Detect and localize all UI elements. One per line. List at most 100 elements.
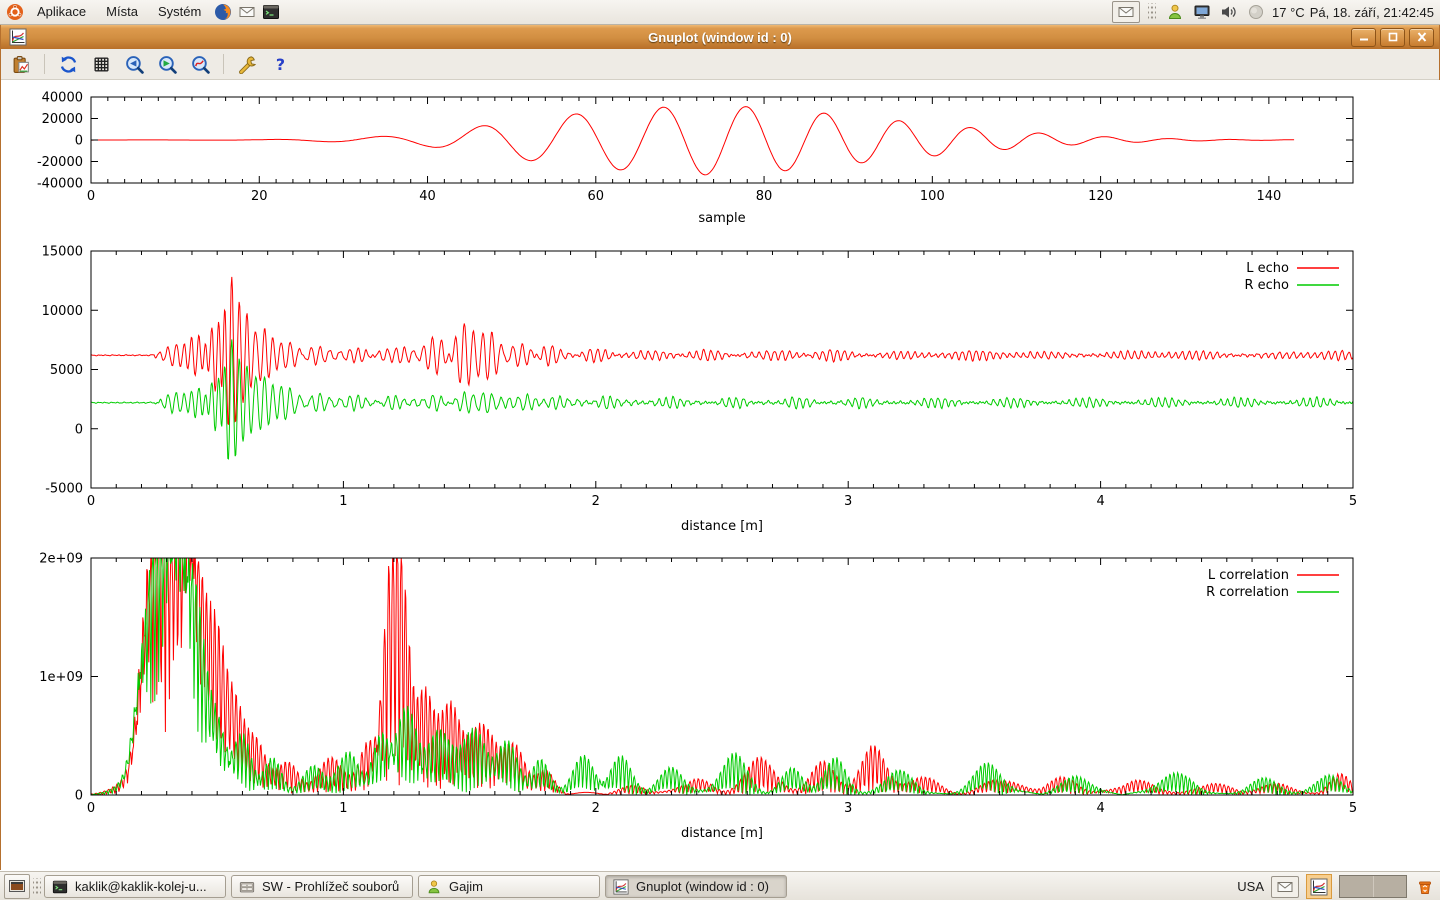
- workspace-2[interactable]: [1374, 876, 1407, 897]
- menu-applications[interactable]: Aplikace: [28, 0, 95, 24]
- unzoom-button[interactable]: [188, 52, 212, 76]
- gnome-bottom-panel: kaklik@kaklik-kolej-u...SW - Prohlížeč s…: [0, 871, 1440, 900]
- y-tick-label: -5000: [45, 482, 83, 497]
- plot-border: [91, 558, 1353, 795]
- mail-launcher-icon[interactable]: [236, 1, 258, 23]
- plot-canvas[interactable]: 020406080100120140-40000-200000200004000…: [1, 80, 1440, 870]
- menu-system[interactable]: Systém: [149, 0, 210, 24]
- replot-icon: [57, 53, 79, 75]
- wrench-icon: [236, 53, 258, 75]
- axis-ticks: [91, 251, 1353, 488]
- y-tick-label: 0: [75, 134, 83, 149]
- chart-3: 01234501e+092e+09distance [m]L correlati…: [39, 552, 1357, 842]
- show-desktop-button[interactable]: [4, 874, 30, 899]
- gnuplot-window: Gnuplot (window id : 0) ? 02040608010012…: [0, 25, 1440, 870]
- taskbar-task-label: Gajim: [449, 879, 483, 894]
- y-tick-label: 15000: [42, 245, 83, 260]
- panel-grip-handle[interactable]: [1148, 3, 1156, 21]
- grid-toggle-button[interactable]: [89, 52, 113, 76]
- x-tick-label: 100: [920, 189, 945, 204]
- plot-border: [91, 97, 1353, 183]
- close-button[interactable]: [1409, 28, 1434, 47]
- gnuplot-toolbar: ?: [1, 49, 1439, 80]
- x-axis-title: sample: [698, 211, 745, 226]
- taskbar-task-label: Gnuplot (window id : 0): [636, 879, 769, 894]
- terminal-icon: [51, 878, 69, 896]
- help-icon: ?: [269, 53, 291, 75]
- mail-notification-icon[interactable]: [1271, 876, 1299, 898]
- x-tick-label: 0: [87, 801, 95, 816]
- zoom-next-button[interactable]: [155, 52, 179, 76]
- taskbar-task[interactable]: SW - Prohlížeč souborů: [231, 875, 413, 898]
- x-tick-label: 140: [1256, 189, 1281, 204]
- minimize-button[interactable]: [1351, 28, 1376, 47]
- mail-tray-icon[interactable]: [1112, 1, 1140, 23]
- terminal-launcher-icon[interactable]: [260, 1, 282, 23]
- zoom-previous-button[interactable]: [122, 52, 146, 76]
- gnuplot-charts: 020406080100120140-40000-200000200004000…: [1, 80, 1440, 870]
- toolbar-separator: [223, 54, 224, 74]
- y-tick-label: 20000: [42, 112, 83, 127]
- gnome-top-panel: Aplikace Místa Systém 17 °C Pá, 18. září…: [0, 0, 1440, 25]
- x-tick-label: 3: [844, 494, 852, 509]
- y-tick-label: 0: [75, 422, 83, 437]
- legend-label: R correlation: [1206, 585, 1289, 600]
- tasklist-grip-handle[interactable]: [33, 878, 41, 896]
- svg-text:?: ?: [275, 55, 284, 74]
- gnuplot-icon: [1308, 876, 1330, 898]
- x-tick-label: 60: [588, 189, 605, 204]
- unzoom-icon: [189, 53, 211, 75]
- options-button[interactable]: [235, 52, 259, 76]
- workspace-switcher: [1339, 875, 1407, 898]
- workspace-1[interactable]: [1340, 876, 1374, 897]
- copy-plot-button[interactable]: [9, 52, 33, 76]
- x-tick-label: 3: [844, 801, 852, 816]
- x-tick-label: 5: [1349, 801, 1357, 816]
- temperature-applet[interactable]: 17 °C: [1272, 5, 1305, 20]
- series-chirp-signal: [91, 107, 1294, 175]
- ubuntu-logo-icon[interactable]: [4, 1, 26, 23]
- chart-series: [91, 107, 1294, 175]
- legend-label: L correlation: [1208, 568, 1289, 583]
- taskbar-task[interactable]: kaklik@kaklik-kolej-u...: [44, 875, 226, 898]
- y-tick-label: 1e+09: [39, 670, 83, 685]
- window-titlebar[interactable]: Gnuplot (window id : 0): [1, 25, 1439, 49]
- toolbar-separator: [44, 54, 45, 74]
- clock-applet[interactable]: Pá, 18. září, 21:42:45: [1310, 5, 1434, 20]
- replot-button[interactable]: [56, 52, 80, 76]
- y-tick-label: 10000: [42, 304, 83, 319]
- gnuplot-tray-icon[interactable]: [1306, 874, 1332, 899]
- desktop: Aplikace Místa Systém 17 °C Pá, 18. září…: [0, 0, 1440, 900]
- legend-label: L echo: [1246, 261, 1289, 276]
- y-tick-label: 40000: [42, 91, 83, 106]
- series-r-correlation: [91, 558, 1353, 795]
- weather-icon[interactable]: [1245, 1, 1267, 23]
- legend-label: R echo: [1244, 278, 1289, 293]
- x-tick-label: 40: [419, 189, 436, 204]
- menu-places[interactable]: Místa: [97, 0, 147, 24]
- y-tick-label: -20000: [37, 155, 83, 170]
- window-title: Gnuplot (window id : 0): [1, 30, 1439, 45]
- gnuplot-icon: [612, 878, 630, 896]
- taskbar-task[interactable]: Gajim: [418, 875, 600, 898]
- volume-icon[interactable]: [1218, 1, 1240, 23]
- taskbar-task[interactable]: Gnuplot (window id : 0): [605, 875, 787, 898]
- keyboard-layout-indicator[interactable]: USA: [1237, 879, 1264, 894]
- chart-series: [91, 558, 1353, 795]
- x-tick-label: 0: [87, 494, 95, 509]
- chart-2: 012345-5000050001000015000distance [m]L …: [42, 245, 1358, 535]
- help-button[interactable]: ?: [268, 52, 292, 76]
- x-axis-title: distance [m]: [681, 519, 763, 534]
- maximize-button[interactable]: [1380, 28, 1405, 47]
- x-tick-label: 0: [87, 189, 95, 204]
- firefox-launcher-icon[interactable]: [212, 1, 234, 23]
- x-tick-label: 5: [1349, 494, 1357, 509]
- y-tick-label: -40000: [37, 177, 83, 192]
- trash-icon[interactable]: [1414, 876, 1436, 898]
- axis-labels: 020406080100120140-40000-200000200004000…: [37, 91, 1281, 227]
- y-tick-label: 0: [75, 789, 83, 804]
- show-desktop-icon: [6, 876, 28, 898]
- gajim-status-icon[interactable]: [1164, 1, 1186, 23]
- x-tick-label: 4: [1096, 801, 1104, 816]
- display-icon[interactable]: [1191, 1, 1213, 23]
